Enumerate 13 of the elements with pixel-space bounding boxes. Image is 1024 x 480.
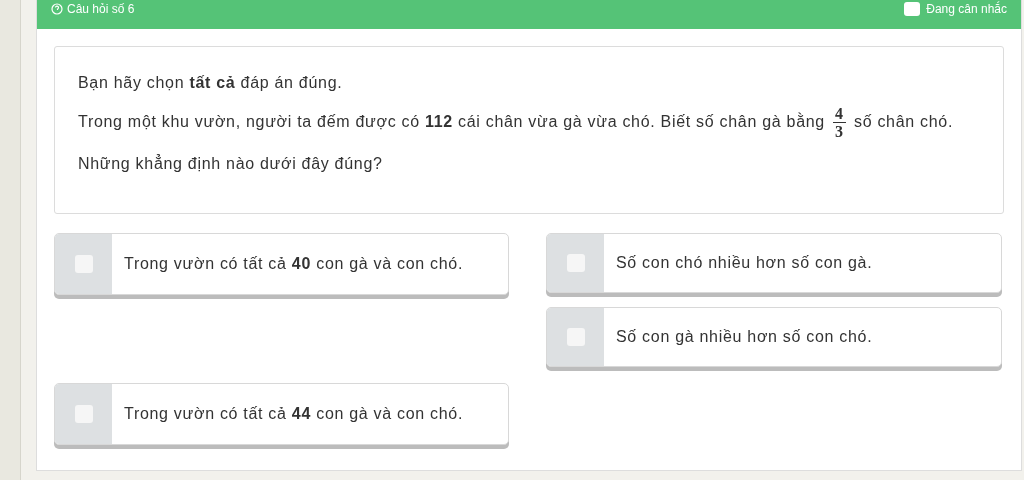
instruction-text: Bạn hãy chọn tất cả đáp án đúng. (78, 73, 344, 93)
answer-text: Số con gà nhiều hơn số con chó. (616, 328, 873, 346)
answer-checkbox[interactable] (566, 254, 585, 272)
answer-text: Trong vườn có tất cả 44 con gà và con chó. (124, 405, 464, 423)
help-icon (51, 3, 63, 15)
answer-checkbox[interactable] (566, 328, 585, 346)
answer-text: Số con chó nhiều hơn số con gà. (616, 254, 873, 272)
answer-text: Trong vườn có tất cả 40 con gà và con chó. (124, 255, 464, 273)
answer-checkbox[interactable] (74, 405, 93, 423)
flag-checkbox[interactable] (904, 2, 921, 16)
question-number: Câu hỏi số 6 (51, 2, 135, 16)
flag-label: Đang cân nhắc (926, 2, 1007, 16)
answer-checkbox[interactable] (74, 255, 93, 273)
